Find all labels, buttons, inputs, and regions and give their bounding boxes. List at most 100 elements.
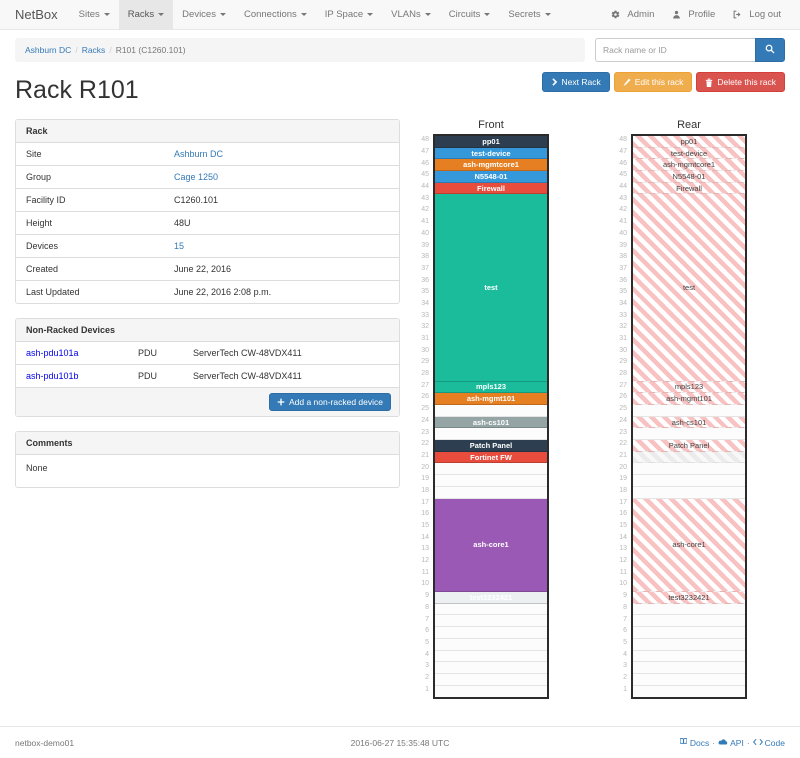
rack-device[interactable]: Patch Panel (633, 440, 745, 452)
nav-item-circuits[interactable]: Circuits (440, 0, 500, 29)
rack-device[interactable]: pp01 (633, 136, 745, 148)
nav-item-vlans[interactable]: VLANs (382, 0, 440, 29)
unit-number: 43 (611, 192, 631, 204)
empty-unit-slot[interactable] (435, 475, 547, 487)
book-icon (679, 737, 688, 748)
rear-unit-numbers: 4847464544434241403938373635343332313029… (611, 134, 631, 699)
unit-number: 42 (611, 204, 631, 216)
empty-unit-slot[interactable] (633, 627, 745, 639)
empty-unit-slot[interactable] (633, 463, 745, 475)
unit-number: 30 (413, 344, 433, 356)
devices-count-link[interactable]: 15 (174, 241, 184, 251)
empty-unit-slot[interactable] (435, 604, 547, 616)
nav-item-ip-space[interactable]: IP Space (316, 0, 382, 29)
api-link[interactable]: API (718, 738, 744, 748)
rack-device[interactable]: pp01 (435, 136, 547, 148)
nav-item-profile[interactable]: Profile (663, 0, 724, 29)
delete-rack-button[interactable]: Delete this rack (696, 72, 785, 92)
nav-item-sites[interactable]: Sites (70, 0, 119, 29)
chevron-down-icon (545, 13, 551, 16)
rack-device[interactable]: ash-cs101 (633, 417, 745, 429)
brand-netbox[interactable]: NetBox (0, 0, 70, 29)
empty-unit-slot[interactable] (435, 405, 547, 417)
rack-device[interactable]: test-device (435, 148, 547, 160)
empty-unit-slot[interactable] (435, 615, 547, 627)
empty-unit-slot[interactable] (435, 463, 547, 475)
rack-device[interactable]: test3232421 (435, 592, 547, 604)
rack-device[interactable]: N5548-01 (435, 171, 547, 183)
height-value: 48U (164, 212, 399, 234)
group-link[interactable]: Cage 1250 (174, 172, 218, 182)
empty-unit-slot[interactable] (435, 627, 547, 639)
empty-unit-slot[interactable] (435, 428, 547, 440)
empty-unit-slot[interactable] (633, 639, 745, 651)
rack-device[interactable]: ash-mgmtcore1 (435, 159, 547, 171)
empty-unit-slot[interactable] (633, 604, 745, 616)
empty-unit-slot[interactable] (435, 639, 547, 651)
empty-unit-slot[interactable] (633, 487, 745, 499)
breadcrumb-site-link[interactable]: Ashburn DC (25, 45, 71, 55)
unit-number: 47 (611, 146, 631, 158)
nav-item-logout[interactable]: Log out (724, 0, 790, 29)
empty-unit-slot[interactable] (435, 686, 547, 698)
rack-device[interactable]: ash-cs101 (435, 417, 547, 429)
empty-unit-slot[interactable] (633, 651, 745, 663)
rack-device[interactable]: test-device (633, 148, 745, 160)
table-row: Devices15 (16, 235, 399, 258)
rack-device[interactable]: Firewall (435, 183, 547, 195)
docs-link[interactable]: Docs (679, 737, 709, 748)
empty-unit-slot[interactable] (633, 686, 745, 698)
nav-item-racks[interactable]: Racks (119, 0, 173, 29)
empty-unit-slot[interactable] (633, 674, 745, 686)
nav-item-devices[interactable]: Devices (173, 0, 235, 29)
rack-device[interactable]: Fortinet FW (435, 452, 547, 464)
rack-device[interactable]: Firewall (633, 183, 745, 195)
device-link[interactable]: ash-pdu101a (26, 348, 79, 358)
empty-unit-slot[interactable] (633, 475, 745, 487)
rack-device[interactable]: ash-core1 (633, 499, 745, 593)
rack-search-input[interactable] (595, 38, 755, 62)
occupied-unit-rear[interactable] (633, 452, 745, 464)
unit-number: 10 (413, 578, 433, 590)
nav-item-connections[interactable]: Connections (235, 0, 316, 29)
unit-number: 9 (611, 590, 631, 602)
add-non-racked-device-button[interactable]: Add a non-racked device (269, 393, 391, 411)
rack-device[interactable]: Patch Panel (435, 440, 547, 452)
site-link[interactable]: Ashburn DC (174, 149, 223, 159)
breadcrumb-racks-link[interactable]: Racks (82, 45, 106, 55)
unit-number: 38 (413, 251, 433, 263)
empty-unit-slot[interactable] (435, 662, 547, 674)
chevron-down-icon (104, 13, 110, 16)
rack-device[interactable]: test3232421 (633, 592, 745, 604)
empty-unit-slot[interactable] (633, 662, 745, 674)
rack-device[interactable]: mpls123 (633, 382, 745, 394)
code-link[interactable]: Code (753, 738, 785, 748)
next-rack-button[interactable]: Next Rack (542, 72, 610, 92)
chevron-down-icon (484, 13, 490, 16)
rack-device[interactable]: ash-mgmt101 (435, 393, 547, 405)
search-button[interactable] (755, 38, 785, 62)
unit-number: 18 (413, 485, 433, 497)
rack-device[interactable]: test (633, 194, 745, 381)
empty-unit-slot[interactable] (435, 674, 547, 686)
edit-rack-button[interactable]: Edit this rack (614, 72, 693, 92)
empty-unit-slot[interactable] (633, 615, 745, 627)
unit-number: 14 (611, 531, 631, 543)
rack-device[interactable]: ash-core1 (435, 499, 547, 593)
unit-number: 6 (611, 625, 631, 637)
table-row: Height48U (16, 212, 399, 235)
empty-unit-slot[interactable] (633, 405, 745, 417)
nav-item-admin[interactable]: Admin (602, 0, 663, 29)
device-link[interactable]: ash-pdu101b (26, 371, 79, 381)
rack-device[interactable]: ash-mgmt101 (633, 393, 745, 405)
rack-device[interactable]: test (435, 194, 547, 381)
rack-device[interactable]: mpls123 (435, 382, 547, 394)
empty-unit-slot[interactable] (435, 487, 547, 499)
rack-device[interactable]: ash-mgmtcore1 (633, 159, 745, 171)
rack-device[interactable]: N5548-01 (633, 171, 745, 183)
empty-unit-slot[interactable] (435, 651, 547, 663)
table-row: ash-pdu101a PDU ServerTech CW-48VDX411 (16, 342, 399, 365)
nav-item-secrets[interactable]: Secrets (499, 0, 559, 29)
empty-unit-slot[interactable] (633, 428, 745, 440)
unit-number: 6 (413, 625, 433, 637)
